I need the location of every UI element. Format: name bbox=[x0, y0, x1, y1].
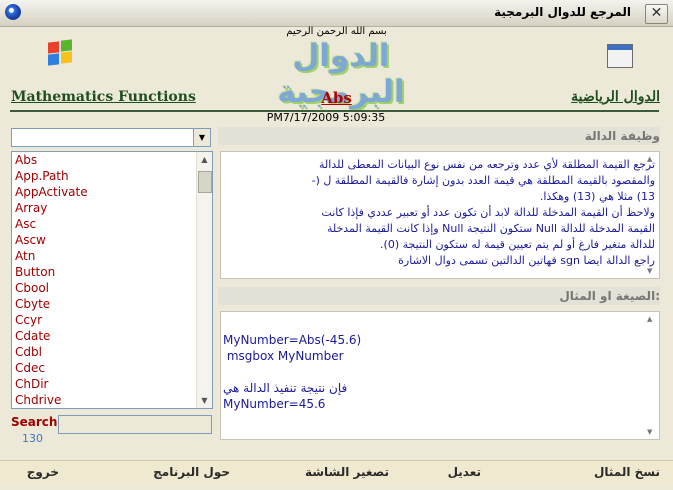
list-item[interactable]: Cdbl bbox=[12, 344, 212, 360]
search-label: Search bbox=[11, 415, 58, 429]
description-header: وظيفة الدالة bbox=[218, 127, 660, 145]
syntax-header: الصيغة او المثال: bbox=[218, 287, 660, 305]
description-line: ترجع القيمة المطلقة لأي عدد وترجعه من نف… bbox=[319, 158, 655, 171]
list-item[interactable]: Cdec bbox=[12, 360, 212, 376]
list-item[interactable]: AppActivate bbox=[12, 184, 212, 200]
description-line: 13) مثلا هي (13) وهكذا. bbox=[539, 190, 655, 203]
description-line: راجع الدالة ايضا sgn فهاتين الدالتين تسم… bbox=[398, 254, 655, 267]
list-item[interactable]: ChDir bbox=[12, 376, 212, 392]
description-line: للدالة متغير فارغ أو لم يتم تعيين قيمة ل… bbox=[380, 238, 655, 251]
list-item[interactable]: Abs bbox=[12, 152, 212, 168]
syntax-code: MyNumber=Abs(-45.6) msgbox MyNumber فإن ن… bbox=[223, 332, 361, 412]
document-window-icon[interactable] bbox=[607, 44, 633, 68]
chevron-down-icon[interactable]: ▼ bbox=[193, 129, 210, 146]
syntax-line: MyNumber=Abs(-45.6) bbox=[223, 333, 362, 347]
description-box[interactable]: ترجع القيمة المطلقة لأي عدد وترجعه من نف… bbox=[220, 151, 660, 279]
description-line: ولاحظ أن القيمة المدخلة للدالة لابد أن ت… bbox=[321, 206, 655, 219]
scroll-down-icon[interactable]: ▼ bbox=[647, 267, 652, 275]
syntax-scrollbar[interactable]: ▲ ▼ bbox=[647, 315, 655, 436]
list-item[interactable]: Ascw bbox=[12, 232, 212, 248]
syntax-line bbox=[223, 364, 361, 380]
list-item[interactable]: Button bbox=[12, 264, 212, 280]
title-bar: المرجع للدوال البرمجية ✕ bbox=[0, 0, 673, 27]
syntax-line: MyNumber=45.6 bbox=[223, 397, 326, 411]
description-line: القيمة المدخلة للدالة Null ستكون النتيجة… bbox=[326, 222, 655, 235]
scroll-up-icon[interactable]: ▲ bbox=[647, 315, 652, 323]
close-button[interactable]: ✕ bbox=[645, 4, 668, 24]
category-dropdown[interactable]: ▼ bbox=[11, 128, 211, 147]
edit-button[interactable]: تعديل bbox=[448, 465, 481, 479]
function-count: 130 bbox=[22, 432, 43, 445]
scroll-up-icon[interactable]: ▲ bbox=[647, 155, 652, 163]
copy-example-button[interactable]: نسخ المثال bbox=[594, 465, 660, 479]
description-scrollbar[interactable]: ▲ ▼ bbox=[647, 155, 655, 275]
minimize-screen-button[interactable]: تصغير الشاشة bbox=[305, 465, 389, 479]
app-icon[interactable] bbox=[5, 4, 21, 20]
list-item[interactable]: Atn bbox=[12, 248, 212, 264]
scroll-down-icon[interactable]: ▼ bbox=[197, 393, 212, 408]
list-item[interactable]: Asc bbox=[12, 216, 212, 232]
list-item[interactable]: Cbool bbox=[12, 280, 212, 296]
syntax-line: msgbox MyNumber bbox=[223, 349, 344, 363]
scroll-down-icon[interactable]: ▼ bbox=[647, 428, 652, 436]
bottom-menu-bar: نسخ المثال تعديل تصغير الشاشة حول البرنا… bbox=[0, 460, 673, 483]
arabic-category-link[interactable]: الدوال الرياضية bbox=[571, 89, 660, 105]
exit-button[interactable]: خروج bbox=[27, 465, 59, 479]
description-line: والمقصود بالقيمة المطلقة هي قيمة العدد ب… bbox=[311, 174, 655, 187]
about-button[interactable]: حول البرنامج bbox=[153, 465, 230, 479]
windows-logo-icon[interactable] bbox=[48, 39, 74, 66]
timestamp: PM7/17/2009 5:09:35 bbox=[266, 111, 386, 124]
scroll-thumb[interactable] bbox=[198, 171, 212, 193]
app-logo: الدوال البرمجية bbox=[277, 38, 405, 110]
list-item[interactable]: Chdrive bbox=[12, 392, 212, 408]
list-scrollbar[interactable]: ▲ ▼ bbox=[196, 152, 212, 408]
syntax-box[interactable]: MyNumber=Abs(-45.6) msgbox MyNumber فإن ن… bbox=[220, 311, 660, 440]
scroll-up-icon[interactable]: ▲ bbox=[197, 152, 212, 167]
list-item[interactable]: Cdate bbox=[12, 328, 212, 344]
list-item[interactable]: Cbyte bbox=[12, 296, 212, 312]
description-text: ترجع القيمة المطلقة لأي عدد وترجعه من نف… bbox=[235, 157, 655, 269]
window-title: المرجع للدوال البرمجية bbox=[494, 5, 631, 19]
list-item[interactable]: App.Path bbox=[12, 168, 212, 184]
function-list[interactable]: Abs App.Path AppActivate Array Asc Ascw Atn But… bbox=[11, 151, 213, 409]
list-item[interactable]: Ccyr bbox=[12, 312, 212, 328]
search-input[interactable] bbox=[58, 415, 212, 434]
syntax-line: فإن نتيجة تنفيذ الدالة هي bbox=[223, 381, 348, 395]
list-item[interactable]: Array bbox=[12, 200, 212, 216]
basmala-text: بسم الله الرحمن الرحيم bbox=[286, 26, 387, 37]
